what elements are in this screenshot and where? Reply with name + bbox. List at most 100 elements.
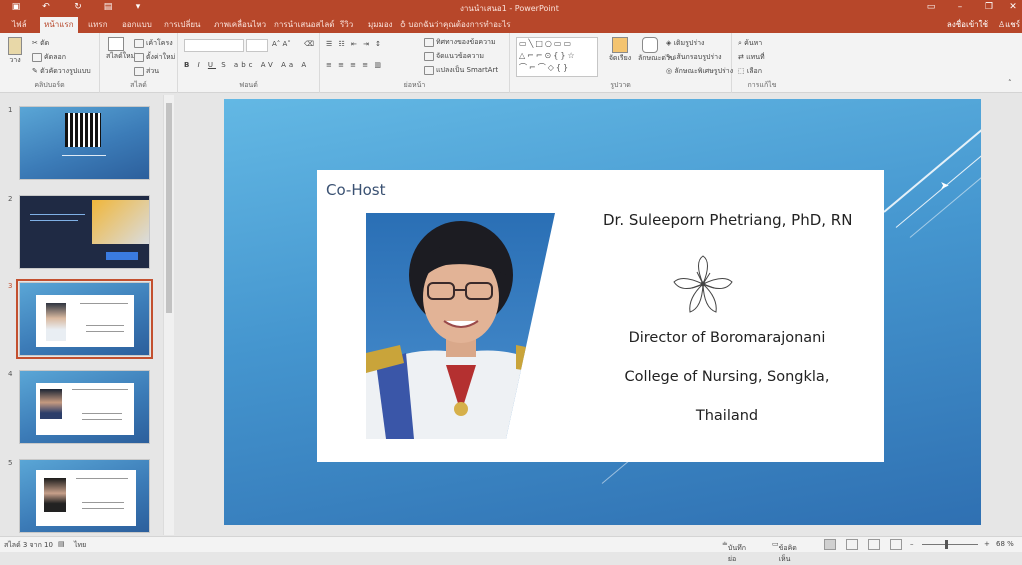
tab-slideshow[interactable]: การนำเสนอสไลด์ [270,17,339,33]
title-bar: ▣ ↶ ↻ ▤ ▾ งานนำเสนอ1 - PowerPoint ▭ – ❐ … [0,0,1022,14]
font-size-field[interactable] [246,39,268,52]
thumbnail-number: 4 [8,370,13,378]
zoom-slider[interactable] [922,544,978,545]
speaker-role-line-3[interactable]: Thailand [587,408,867,424]
spellcheck-icon[interactable]: ▤ [58,540,65,548]
quick-styles-button[interactable]: ลักษณะด่วน [638,37,675,64]
align-text-icon [424,51,434,61]
language-indicator[interactable]: ไทย [74,540,86,551]
smartart-button[interactable]: แปลงเป็น SmartArt [424,65,498,76]
slide-thumbnail-3[interactable] [16,279,153,359]
select-button[interactable]: ⬚ เลือก [738,66,762,77]
section-button[interactable]: ส่วน [134,66,159,77]
text-direction-button[interactable]: ทิศทางของข้อความ [424,37,496,48]
sign-in-link[interactable]: ลงชื่อเข้าใช้ [947,17,988,33]
speaker-role-line-2[interactable]: College of Nursing, Songkla, [587,369,867,385]
customize-toolbar-icon[interactable]: ▾ [132,2,144,12]
tab-view[interactable]: มุมมอง [364,17,397,33]
slide-thumbnail-4[interactable] [19,370,150,444]
quick-styles-icon [642,37,658,53]
paragraph-group: ☰ ☷ ⇤ ⇥ ↕ ≡ ≡ ≡ ≡ ▥ ทิศทางของข้อความ จัด… [320,33,510,93]
copy-icon [32,52,42,62]
font-group-label: ฟอนต์ [239,81,258,89]
reset-button[interactable]: ตั้งค่าใหม่ [134,52,175,63]
flower-icon [673,255,733,313]
tell-me-box[interactable]: ♁ บอกฉันว่าคุณต้องการทำอะไร [400,17,511,33]
restore-button[interactable]: ❐ [982,1,996,13]
clipboard-group: วาง ✂ ตัด คัดลอก ✎ ตัวคัดวางรูปแบบ คลิปบ… [0,33,100,93]
shape-fill-button[interactable]: ◈ เติมรูปร่าง [666,38,704,49]
ribbon-display-options-icon[interactable]: ▭ [924,1,938,13]
speaker-portrait-image[interactable] [366,213,555,439]
new-slide-button[interactable]: สไลด์ใหม่ [106,37,135,62]
drawing-group: ▭╲□○▭▭ △⌐⌐⊙{}☆ ⌒⌐⌒◇{} จัดเรียง ลักษณะด่วน … [510,33,733,93]
format-painter-button[interactable]: ✎ ตัวคัดวางรูปแบบ [32,66,91,77]
shape-outline-button[interactable]: ✎ เส้นกรอบรูปร่าง [666,52,722,63]
slide-sorter-view-button[interactable] [846,539,858,550]
layout-button[interactable]: เค้าโครง [134,38,173,49]
shapes-gallery[interactable]: ▭╲□○▭▭ △⌐⌐⊙{}☆ ⌒⌐⌒◇{} [516,37,598,77]
tab-transitions[interactable]: การเปลี่ยน [160,17,205,33]
collapse-ribbon-icon[interactable]: ˄ [1008,79,1012,87]
arrange-button[interactable]: จัดเรียง [608,37,632,64]
tab-animations[interactable]: ภาพเคลื่อนไหว [210,17,270,33]
ribbon: วาง ✂ ตัด คัดลอก ✎ ตัวคัดวางรูปแบบ คลิปบ… [0,33,1022,93]
zoom-out-button[interactable]: – [910,540,914,548]
zoom-slider-knob[interactable] [945,540,948,549]
slide-thumbnail-2[interactable] [19,195,150,269]
scrollbar-thumb[interactable] [166,103,172,313]
decorative-line [909,166,981,238]
replace-icon: ⇄ [738,53,747,61]
slideshow-view-button[interactable] [890,539,902,550]
grow-font-icon[interactable]: A˄ A˅ [272,40,291,48]
slide-counter: สไลด์ 3 จาก 10 [4,541,53,549]
font-style-buttons[interactable]: B I U S abc AV Aa A [184,61,309,69]
font-name-field[interactable] [184,39,244,52]
share-button[interactable]: ♙แชร์ [998,17,1020,33]
decorative-line [883,127,981,213]
tab-home[interactable]: หน้าแรก [40,17,78,33]
notes-button[interactable]: ≐ บันทึกย่อ [722,540,746,563]
tab-insert[interactable]: แทรก [84,17,112,33]
tab-design[interactable]: ออกแบบ [118,17,156,33]
start-slideshow-icon[interactable]: ▤ [102,2,114,12]
clipboard-group-label: คลิปบอร์ด [34,81,65,89]
copy-button[interactable]: คัดลอก [32,52,66,63]
zoom-in-button[interactable]: + [984,540,990,548]
slide-thumbnail-1[interactable] [19,106,150,180]
comments-button[interactable]: ▭ ข้อคิดเห็น [772,540,797,563]
portrait-image [44,478,66,512]
decorative-line [601,459,630,484]
current-slide[interactable]: Co-Host Dr. Suleeporn Phetriang, PhD, RN… [224,99,981,525]
tab-review[interactable]: รีวิว [336,17,357,33]
save-icon[interactable]: ▣ [10,2,22,12]
zoom-level[interactable]: 68 % [996,540,1014,548]
tell-me-text: บอกฉันว่าคุณต้องการทำอะไร [408,20,511,29]
alignment-buttons[interactable]: ≡ ≡ ≡ ≡ ▥ [326,61,383,69]
align-text-button[interactable]: จัดแนวข้อความ [424,51,484,62]
cut-button[interactable]: ✂ ตัด [32,38,49,49]
undo-icon[interactable]: ↶ [40,2,52,12]
paste-button[interactable]: วาง [6,37,24,66]
find-button[interactable]: ⌕ ค้นหา [738,38,762,49]
tab-file[interactable]: ไฟล์ [8,17,31,33]
speaker-name[interactable]: Dr. Suleeporn Phetriang, PhD, RN [603,211,852,229]
redo-icon[interactable]: ↻ [72,2,84,12]
minimize-button[interactable]: – [953,1,967,13]
slides-group-label: สไลด์ [130,81,147,89]
editing-group: ⌕ ค้นหา ⇄ แทนที่ ⬚ เลือก การแก้ไข [732,33,792,93]
cohost-label[interactable]: Co-Host [326,181,386,199]
thumbnail-scrollbar[interactable] [163,95,174,535]
close-button[interactable]: ✕ [1006,1,1020,13]
clear-formatting-icon[interactable]: ⌫ [304,40,314,48]
replace-button[interactable]: ⇄ แทนที่ [738,52,765,63]
reading-view-button[interactable] [868,539,880,550]
speaker-role-line-1[interactable]: Director of Boromarajonani [587,330,867,346]
brush-icon: ✎ [32,67,41,75]
slide-thumbnail-5[interactable] [19,459,150,533]
speaker-card[interactable]: Co-Host Dr. Suleeporn Phetriang, PhD, RN… [317,170,884,462]
list-buttons[interactable]: ☰ ☷ ⇤ ⇥ ↕ [326,40,383,48]
normal-view-button[interactable] [824,539,836,550]
shape-effects-button[interactable]: ◎ ลักษณะพิเศษรูปร่าง [666,66,733,77]
clipboard-icon [8,37,22,55]
